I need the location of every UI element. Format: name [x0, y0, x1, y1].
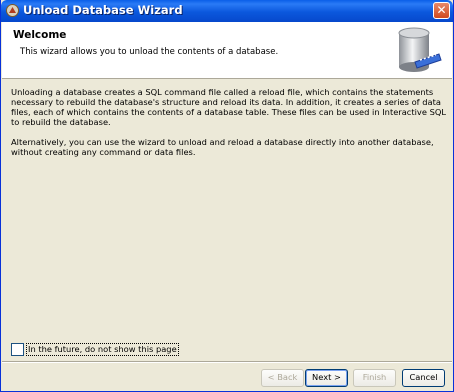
button-divider: [2, 361, 452, 363]
description: Unloading a database creates a SQL comma…: [11, 87, 447, 167]
wizard-window: Unload Database Wizard ✕ Welcome This wi…: [0, 0, 454, 392]
wizard-header: Welcome This wizard allows you to unload…: [2, 22, 452, 79]
wizard-icon: [6, 4, 19, 17]
window-title: Unload Database Wizard: [23, 3, 183, 17]
finish-button[interactable]: Finish: [353, 369, 396, 387]
next-button[interactable]: Next >: [305, 369, 348, 387]
description-paragraph-2: Alternatively, you can use the wizard to…: [11, 137, 434, 157]
back-button[interactable]: < Back: [261, 369, 304, 387]
skip-page-checkbox[interactable]: [11, 343, 24, 356]
page-subtitle: This wizard allows you to unload the con…: [20, 47, 279, 57]
skip-page-label[interactable]: In the future, do not show this page: [26, 343, 179, 356]
page-title: Welcome: [13, 29, 67, 41]
title-bar[interactable]: Unload Database Wizard ✕: [1, 0, 453, 22]
description-paragraph-1: Unloading a database creates a SQL comma…: [11, 87, 446, 127]
cancel-button[interactable]: Cancel: [402, 369, 445, 387]
database-icon: [398, 27, 442, 72]
close-icon: ✕: [436, 3, 447, 17]
close-button[interactable]: ✕: [433, 2, 450, 19]
